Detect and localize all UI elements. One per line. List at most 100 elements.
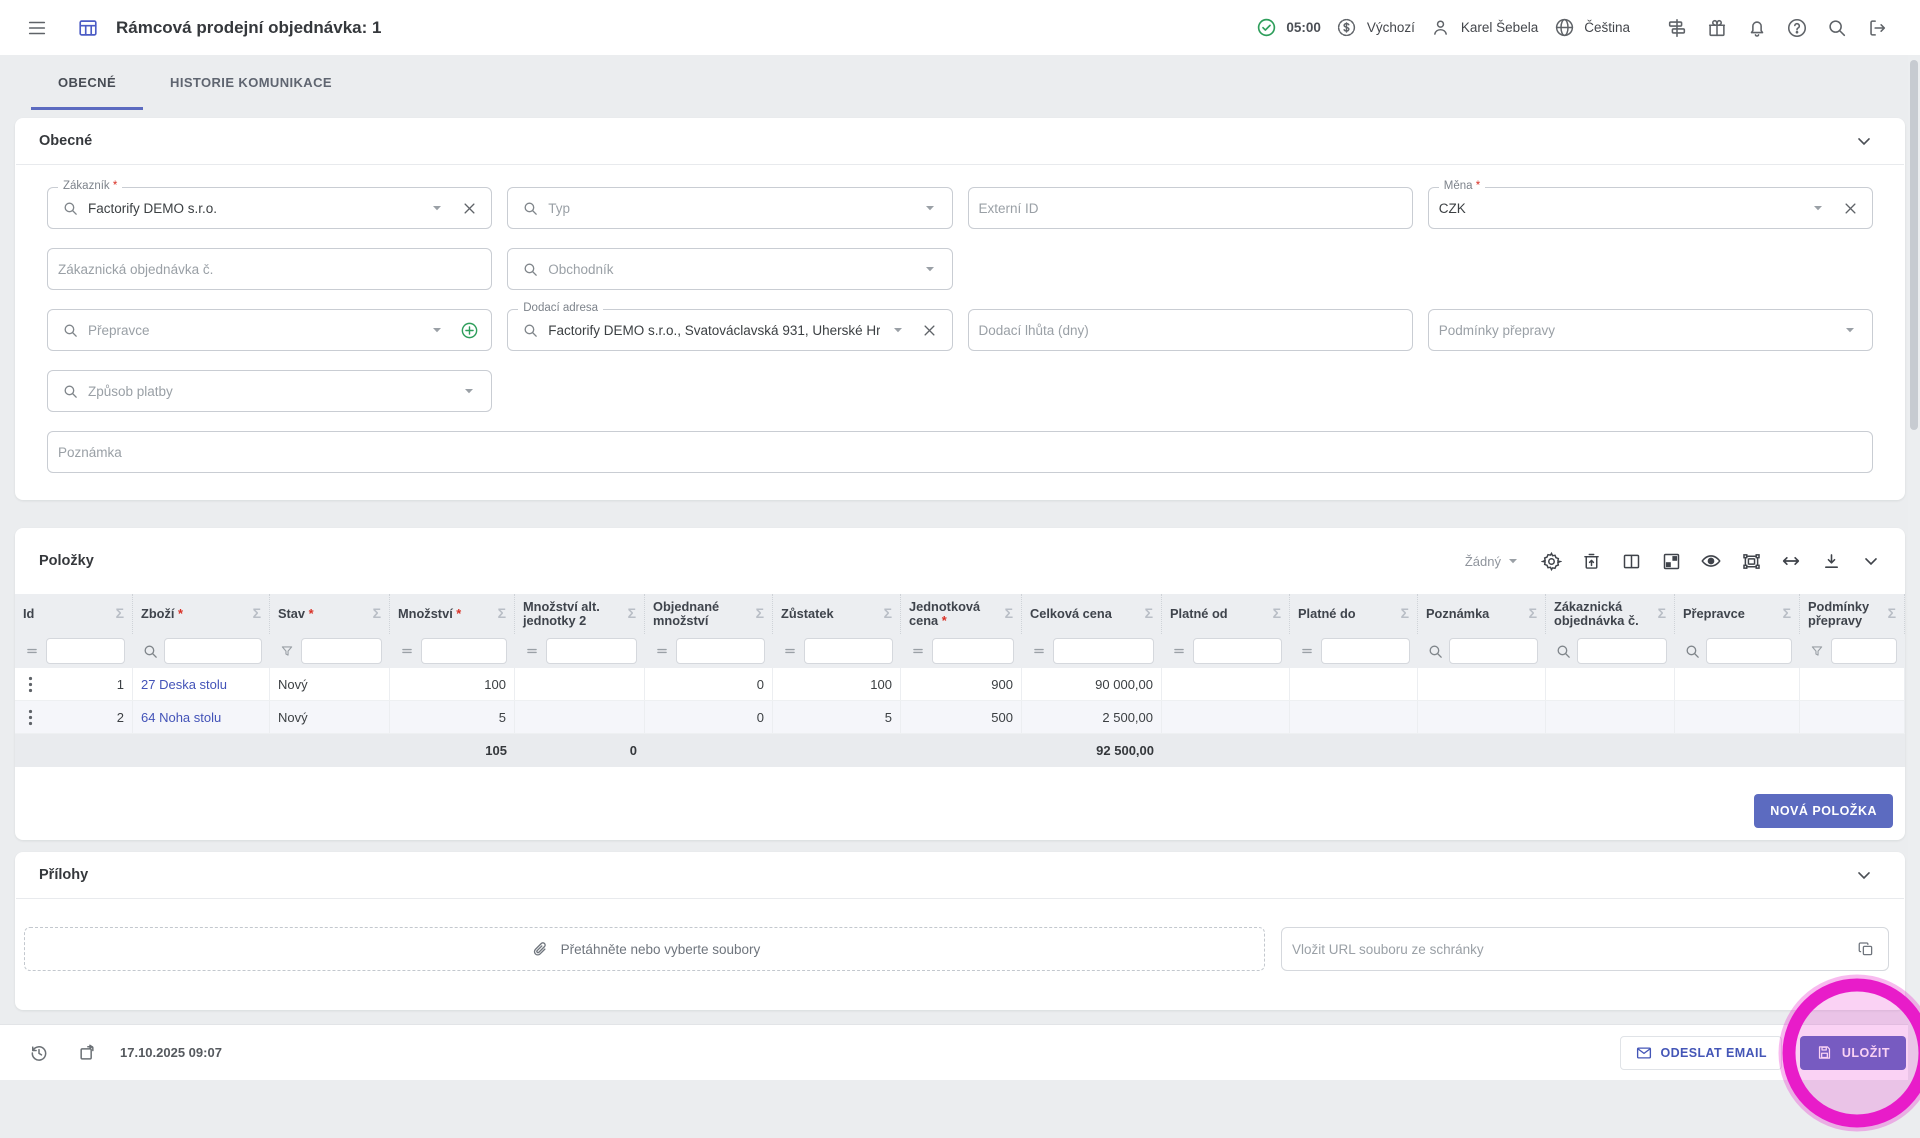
new-item-button[interactable]: NOVÁ POLOŽKA — [1754, 794, 1893, 828]
aggregate-sigma-icon[interactable]: Σ — [1658, 606, 1666, 621]
equals-filter-icon[interactable] — [1298, 642, 1316, 660]
equals-filter-icon[interactable] — [23, 642, 41, 660]
gift-icon[interactable] — [1700, 11, 1734, 45]
column-header-cena[interactable]: Jednotková cena *Σ — [901, 594, 1022, 634]
dropdown-caret-icon[interactable] — [425, 196, 449, 220]
filter-input-celkova[interactable] — [1053, 638, 1154, 664]
visibility-icon[interactable] — [1691, 543, 1731, 579]
send-email-button[interactable]: ODESLAT EMAIL — [1620, 1036, 1782, 1070]
equals-filter-icon[interactable] — [1030, 642, 1048, 660]
customer-field[interactable]: Zákazník * — [47, 187, 492, 229]
delivery-term-field-input[interactable] — [979, 323, 1396, 338]
dropdown-caret-icon[interactable] — [1806, 196, 1830, 220]
column-header-prepravce[interactable]: PřepravceΣ — [1675, 594, 1800, 634]
column-header-zustatek[interactable]: ZůstatekΣ — [773, 594, 901, 634]
save-button[interactable]: ULOŽIT — [1800, 1036, 1906, 1070]
select-region-icon[interactable] — [1731, 543, 1771, 579]
column-header-platne_od[interactable]: Platné odΣ — [1162, 594, 1290, 634]
aggregate-sigma-icon[interactable]: Σ — [498, 606, 506, 621]
type-field[interactable] — [507, 187, 952, 229]
dropdown-caret-icon[interactable] — [918, 196, 942, 220]
column-header-zbozi[interactable]: Zboží *Σ — [133, 594, 270, 634]
dropdown-caret-icon[interactable] — [918, 257, 942, 281]
column-header-objednane[interactable]: Objednané množstvíΣ — [645, 594, 773, 634]
carrier-field[interactable] — [47, 309, 492, 351]
equals-filter-icon[interactable] — [523, 642, 541, 660]
equals-filter-icon[interactable] — [909, 642, 927, 660]
filter-input-mnozstvi[interactable] — [421, 638, 507, 664]
history-icon[interactable] — [22, 1036, 56, 1070]
delivery-address-field[interactable]: Dodací adresa — [507, 309, 952, 351]
filter-input-podminky[interactable] — [1831, 638, 1897, 664]
copy-icon[interactable] — [1854, 937, 1878, 961]
column-header-alt2[interactable]: Množství alt. jednotky 2Σ — [515, 594, 645, 634]
funnel-filter-icon[interactable] — [278, 642, 296, 660]
carrier-field-input[interactable] — [88, 323, 419, 338]
aggregate-sigma-icon[interactable]: Σ — [756, 606, 764, 621]
aggregate-sigma-icon[interactable]: Σ — [1273, 606, 1281, 621]
column-header-id[interactable]: IdΣ — [15, 594, 133, 634]
salesperson-field[interactable] — [507, 248, 952, 290]
equals-filter-icon[interactable] — [1170, 642, 1188, 660]
column-header-stav[interactable]: Stav *Σ — [270, 594, 390, 634]
currency-field-input[interactable] — [1439, 201, 1800, 216]
aggregate-sigma-icon[interactable]: Σ — [1783, 606, 1791, 621]
aggregate-sigma-icon[interactable]: Σ — [373, 606, 381, 621]
settings-icon[interactable] — [1531, 543, 1571, 579]
delivery-term-field[interactable] — [968, 309, 1413, 351]
column-header-celkova[interactable]: Celková cenaΣ — [1022, 594, 1162, 634]
aggregate-sigma-icon[interactable]: Σ — [1005, 606, 1013, 621]
column-header-poznamka[interactable]: PoznámkaΣ — [1418, 594, 1546, 634]
search-filter-icon[interactable] — [1554, 642, 1572, 660]
scrollbar-thumb[interactable] — [1910, 60, 1918, 430]
external-id-field-input[interactable] — [979, 201, 1396, 216]
grouping-selector[interactable]: Žádný — [1465, 553, 1521, 569]
payment-method-field-input[interactable] — [88, 384, 451, 399]
pricing-selector[interactable]: Výchozí — [1335, 16, 1415, 40]
product-link[interactable]: 64 Noha stolu — [141, 710, 221, 725]
table-row[interactable]: 264 Noha stoluNový5055002 500,00 — [15, 701, 1905, 734]
signpost-icon[interactable] — [1660, 11, 1694, 45]
type-field-input[interactable] — [548, 201, 911, 216]
filter-input-objednane[interactable] — [676, 638, 765, 664]
vertical-scrollbar[interactable] — [1908, 55, 1920, 1080]
collapse-general-chevron-icon[interactable] — [1847, 124, 1881, 158]
filter-input-platne_do[interactable] — [1321, 638, 1410, 664]
external-id-field[interactable] — [968, 187, 1413, 229]
filter-input-zak_obj[interactable] — [1577, 638, 1667, 664]
dropdown-caret-icon[interactable] — [886, 318, 910, 342]
column-header-platne_do[interactable]: Platné doΣ — [1290, 594, 1418, 634]
salesperson-field-input[interactable] — [548, 262, 911, 277]
clear-icon[interactable] — [457, 196, 481, 220]
aggregate-sigma-icon[interactable]: Σ — [116, 606, 124, 621]
tab-historie-komunikace[interactable]: HISTORIE KOMUNIKACE — [143, 55, 359, 110]
payment-method-field[interactable] — [47, 370, 492, 412]
layout-icon[interactable] — [1651, 543, 1691, 579]
search-filter-icon[interactable] — [1683, 642, 1701, 660]
add-new-icon[interactable] — [457, 318, 481, 342]
dropdown-caret-icon[interactable] — [425, 318, 449, 342]
currency-field[interactable]: Měna * — [1428, 187, 1873, 229]
funnel-filter-icon[interactable] — [1808, 642, 1826, 660]
shipping-terms-field[interactable] — [1428, 309, 1873, 351]
aggregate-sigma-icon[interactable]: Σ — [1529, 606, 1537, 621]
collapse-attachments-chevron-icon[interactable] — [1847, 858, 1881, 892]
row-menu-kebab-icon[interactable] — [23, 705, 37, 729]
column-header-zak_obj[interactable]: Zákaznická objednávka č.Σ — [1546, 594, 1675, 634]
search-filter-icon[interactable] — [141, 642, 159, 660]
note-field-input[interactable] — [58, 445, 1856, 460]
filter-input-cena[interactable] — [932, 638, 1014, 664]
clear-icon[interactable] — [1838, 196, 1862, 220]
filter-input-alt2[interactable] — [546, 638, 637, 664]
aggregate-sigma-icon[interactable]: Σ — [253, 606, 261, 621]
download-icon[interactable] — [1811, 543, 1851, 579]
file-url-input[interactable] — [1292, 942, 1846, 957]
bell-icon[interactable] — [1740, 11, 1774, 45]
dropdown-caret-icon[interactable] — [457, 379, 481, 403]
shipping-terms-field-input[interactable] — [1439, 323, 1832, 338]
equals-filter-icon[interactable] — [653, 642, 671, 660]
aggregate-sigma-icon[interactable]: Σ — [1145, 606, 1153, 621]
help-icon[interactable] — [1780, 11, 1814, 45]
language-selector[interactable]: Čeština — [1552, 16, 1630, 40]
aggregate-sigma-icon[interactable]: Σ — [628, 606, 636, 621]
